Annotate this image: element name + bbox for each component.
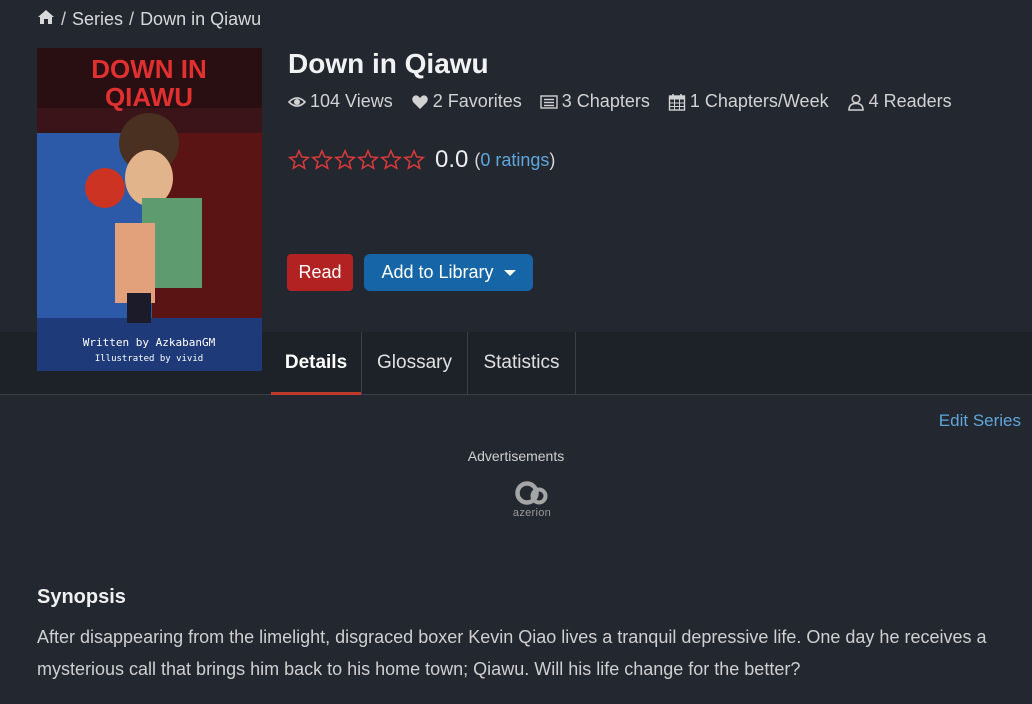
rating-count: (0 ratings) (474, 150, 555, 171)
add-to-library-button[interactable]: Add to Library (364, 254, 533, 291)
readers-stat: 4 Readers (847, 91, 952, 112)
favorites-count: 2 Favorites (432, 91, 522, 111)
release-rate-stat: 1 Chapters/Week (668, 91, 829, 112)
list-icon (540, 94, 558, 109)
azerion-wordmark: azerion (512, 507, 552, 519)
star-outline-icon[interactable] (334, 149, 356, 171)
rating-stars[interactable] (288, 149, 425, 171)
star-outline-icon[interactable] (380, 149, 402, 171)
heart-icon (411, 94, 428, 109)
advertisements-label: Advertisements (467, 448, 565, 464)
synopsis-heading: Synopsis (37, 586, 126, 608)
tab-glossary[interactable]: Glossary (362, 332, 468, 394)
series-title: Down in Qiawu (288, 48, 489, 79)
chapters-stat: 3 Chapters (540, 91, 650, 112)
user-icon (847, 93, 864, 111)
breadcrumb-current: Down in Qiawu (140, 9, 262, 29)
cover-title-line: DOWN IN (91, 54, 207, 84)
star-outline-icon[interactable] (357, 149, 379, 171)
edit-series-link[interactable]: Edit Series (939, 411, 1021, 431)
series-header: / Series / Down in Qiawu DOWN IN QIAWU W… (0, 0, 1032, 371)
rating-value: 0.0 (435, 146, 469, 173)
calendar-icon (668, 93, 686, 111)
read-button[interactable]: Read (287, 254, 353, 291)
ratings-link[interactable]: 0 ratings (480, 150, 549, 170)
rating-section: 0.0 (0 ratings) (288, 146, 555, 174)
cover-illustrated-by: Illustrated by vivid (95, 354, 203, 364)
views-count: 104 Views (310, 91, 393, 111)
series-stats: 104 Views 2 Favorites 3 Chapters 1 Chapt… (288, 91, 952, 112)
cover-image: DOWN IN QIAWU Written by AzkabanGM Illus… (37, 48, 262, 371)
cover-written-by: Written by AzkabanGM (83, 336, 216, 349)
synopsis-text: After disappearing from the limelight, d… (37, 627, 987, 679)
release-rate: 1 Chapters/Week (689, 91, 829, 111)
caret-down-icon (503, 269, 516, 276)
star-outline-icon[interactable] (288, 149, 310, 171)
tab-details[interactable]: Details (271, 332, 362, 395)
star-outline-icon[interactable] (311, 149, 333, 171)
azerion-logo: azerion (508, 480, 556, 520)
breadcrumb-separator: / (129, 9, 135, 29)
breadcrumb-series-link[interactable]: Series (72, 9, 123, 30)
views-stat: 104 Views (288, 91, 393, 112)
breadcrumb: / Series / Down in Qiawu (37, 9, 261, 30)
cover-title-line: QIAWU (105, 82, 193, 112)
tab-statistics[interactable]: Statistics (468, 332, 576, 394)
favorites-stat: 2 Favorites (411, 91, 522, 112)
star-outline-icon[interactable] (403, 149, 425, 171)
azerion-icon (515, 481, 548, 505)
rating-paren-close: ) (549, 149, 556, 170)
eye-icon (288, 96, 306, 107)
readers-count: 4 Readers (868, 91, 952, 111)
add-to-library-label: Add to Library (381, 262, 494, 282)
chapters-count: 3 Chapters (561, 91, 650, 111)
home-icon[interactable] (37, 9, 55, 30)
breadcrumb-separator: / (61, 9, 67, 29)
